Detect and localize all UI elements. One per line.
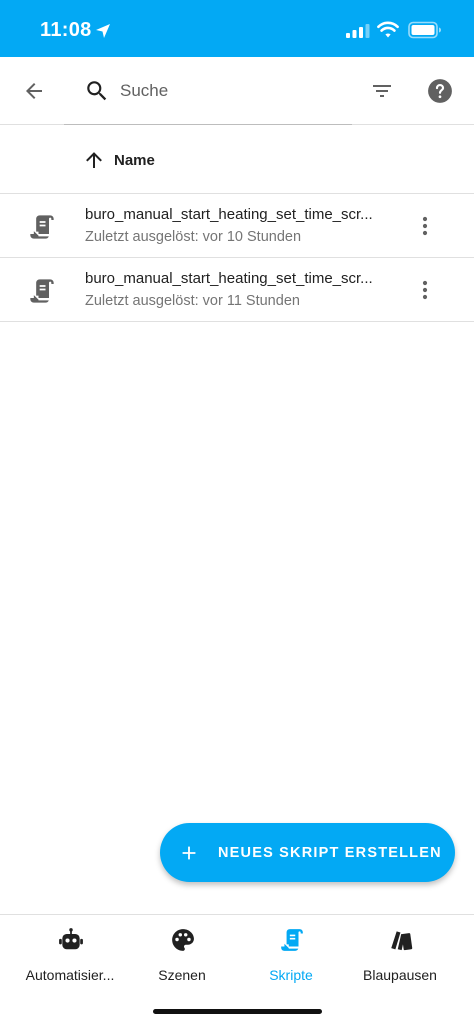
robot-icon xyxy=(59,928,83,950)
script-name: buro_manual_start_heating_set_time_scr..… xyxy=(85,270,373,287)
filter-icon xyxy=(373,85,391,97)
sort-label: Name xyxy=(114,151,155,169)
help-circle-icon xyxy=(428,79,452,103)
nav-item-scenes[interactable]: Szenen xyxy=(123,925,241,989)
back-button[interactable] xyxy=(14,71,54,111)
script-text-icon xyxy=(30,279,54,303)
nav-item-blueprints[interactable]: Blaupausen xyxy=(341,925,459,989)
battery-icon xyxy=(408,21,441,39)
dots-vertical-icon xyxy=(422,216,428,236)
status-time: 11:08 xyxy=(40,19,92,41)
list-item[interactable]: buro_manual_start_heating_set_time_scr..… xyxy=(0,194,474,258)
plus-icon xyxy=(182,846,196,859)
search-input[interactable] xyxy=(120,75,340,107)
script-last-triggered: Zuletzt ausgelöst: vor 10 Stunden xyxy=(85,229,302,245)
dots-vertical-icon xyxy=(422,280,428,300)
wifi-icon xyxy=(377,21,399,38)
list-item[interactable]: buro_manual_start_heating_set_time_scr..… xyxy=(0,258,474,322)
nav-item-automations[interactable]: Automatisier... xyxy=(11,925,129,989)
palette-icon xyxy=(172,929,194,951)
help-button[interactable] xyxy=(420,71,460,111)
blueprint-icon xyxy=(391,931,413,951)
sort-header: Name xyxy=(0,125,474,194)
script-text-icon xyxy=(281,929,303,951)
location-arrow-icon xyxy=(96,24,110,38)
script-name: buro_manual_start_heating_set_time_scr..… xyxy=(85,206,373,223)
script-last-triggered: Zuletzt ausgelöst: vor 11 Stunden xyxy=(85,293,300,309)
filter-button[interactable] xyxy=(362,71,402,111)
overflow-menu-button[interactable] xyxy=(405,270,445,310)
nav-label: Blaupausen xyxy=(363,967,437,983)
sort-by-name-button[interactable]: Name xyxy=(82,145,155,175)
overflow-menu-button[interactable] xyxy=(405,206,445,246)
arrow-up-icon xyxy=(86,152,102,168)
nav-label: Skripte xyxy=(269,967,313,983)
new-script-label: NEUES SKRIPT ERSTELLEN xyxy=(218,844,442,861)
nav-label: Automatisier... xyxy=(25,967,115,983)
home-indicator[interactable] xyxy=(153,1009,322,1014)
nav-label: Szenen xyxy=(158,967,206,983)
search-bar xyxy=(64,57,352,125)
new-script-button[interactable]: NEUES SKRIPT ERSTELLEN xyxy=(160,823,455,882)
cellular-signal-icon xyxy=(346,24,370,38)
status-bar: 11:08 xyxy=(0,0,474,57)
search-icon xyxy=(87,81,107,101)
toolbar xyxy=(0,57,474,125)
arrow-left-icon xyxy=(26,83,42,99)
script-list: buro_manual_start_heating_set_time_scr..… xyxy=(0,194,474,322)
nav-item-scripts[interactable]: Skripte xyxy=(232,925,350,989)
script-text-icon xyxy=(30,215,54,239)
